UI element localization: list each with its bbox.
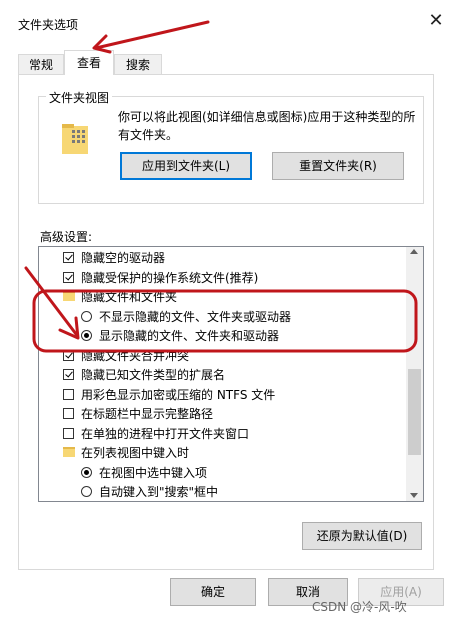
advanced-list-item-label: 隐藏受保护的操作系统文件(推荐) <box>81 270 259 285</box>
checkbox-unchecked-icon[interactable] <box>63 408 74 419</box>
vertical-scrollbar[interactable] <box>406 247 423 501</box>
advanced-list-item-label: 自动键入到"搜索"框中 <box>99 485 219 499</box>
checkbox-checked-icon[interactable] <box>63 252 74 263</box>
tab-general[interactable]: 常规 <box>18 54 64 75</box>
advanced-list-item-label: 显示隐藏的文件、文件夹和驱动器 <box>99 329 280 343</box>
radio-selected-icon[interactable] <box>81 330 92 341</box>
tab-search[interactable]: 搜索 <box>114 54 162 75</box>
radio-selected-icon[interactable] <box>81 466 92 478</box>
scroll-up-icon[interactable] <box>410 249 418 254</box>
restore-defaults-button[interactable]: 还原为默认值(D) <box>302 522 422 550</box>
window-title: 文件夹选项 <box>18 18 79 32</box>
scroll-thumb[interactable] <box>408 369 421 455</box>
folder-views-description: 你可以将此视图(如详细信息或图标)应用于这种类型的所有文件夹。 <box>118 110 416 142</box>
reset-folders-button[interactable]: 重置文件夹(R) <box>272 152 404 180</box>
advanced-list-item-label: 隐藏空的驱动器 <box>81 251 166 265</box>
watermark: CSDN @冷-风-吹 <box>312 600 407 614</box>
checkbox-unchecked-icon[interactable] <box>63 388 74 400</box>
radio-unselected-icon[interactable] <box>81 486 92 497</box>
checkbox-unchecked-icon[interactable] <box>63 427 74 439</box>
advanced-settings-list[interactable]: 隐藏空的驱动器隐藏受保护的操作系统文件(推荐) 隐藏文件和文件夹不显示隐藏的文件、… <box>38 246 424 502</box>
advanced-list-item-label: 隐藏已知文件类型的扩展名 <box>81 368 226 382</box>
checkbox-checked-icon[interactable] <box>63 271 74 283</box>
folder-view-icon <box>62 124 88 154</box>
radio-unselected-icon[interactable] <box>81 310 92 322</box>
advanced-settings-label: 高级设置: <box>40 230 93 244</box>
advanced-list-item-label: 在视图中选中键入项 <box>99 465 208 480</box>
advanced-list-item-label: 在标题栏中显示完整路径 <box>81 407 214 421</box>
advanced-list-item-label: 隐藏文件夹合并冲突 <box>81 348 190 363</box>
advanced-list-item-label: 在列表视图中键入时 <box>81 446 190 460</box>
ok-button[interactable]: 确定 <box>170 578 256 606</box>
folder-icon <box>63 447 75 457</box>
advanced-list-item-label: 不显示隐藏的文件、文件夹或驱动器 <box>99 309 292 324</box>
checkbox-checked-icon[interactable] <box>63 349 74 361</box>
close-icon[interactable]: ✕ <box>424 10 448 34</box>
scroll-down-icon[interactable] <box>410 493 418 498</box>
apply-to-folders-button[interactable]: 应用到文件夹(L) <box>120 152 252 180</box>
checkbox-checked-icon[interactable] <box>63 369 74 380</box>
tab-view[interactable]: 查看 <box>64 50 114 75</box>
folder-views-legend: 文件夹视图 <box>46 89 113 106</box>
advanced-list-item-label: 用彩色显示加密或压缩的 NTFS 文件 <box>81 387 276 402</box>
arrow-to-view-tab <box>94 20 210 50</box>
folder-icon <box>63 291 75 301</box>
advanced-list-item-label: 隐藏文件和文件夹 <box>81 290 178 304</box>
advanced-list-item-label: 在单独的进程中打开文件夹窗口 <box>81 426 250 441</box>
